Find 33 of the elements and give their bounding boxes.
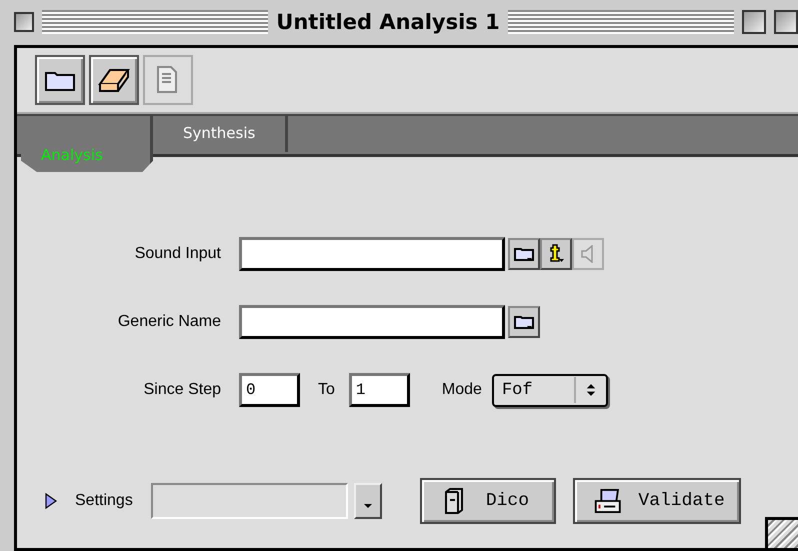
mode-dropdown[interactable]: Fof — [492, 374, 608, 406]
window-title: Untitled Analysis 1 — [276, 10, 500, 34]
speaker-icon — [581, 245, 595, 263]
field-label: Mode — [442, 381, 482, 399]
eraser-icon — [98, 66, 130, 94]
input-field[interactable] — [239, 237, 505, 271]
field-label: Since Step — [142, 381, 221, 399]
field-label: To — [318, 381, 335, 399]
input-field[interactable] — [239, 305, 505, 339]
field-label: Sound Input — [134, 245, 221, 263]
folder-icon — [514, 314, 534, 330]
zoom-box[interactable] — [742, 10, 766, 34]
book-icon — [444, 488, 464, 514]
folder-icon — [514, 246, 534, 262]
input-field[interactable]: 0 — [239, 373, 300, 407]
disclosure-triangle-icon[interactable] — [45, 493, 57, 509]
validate-button[interactable]: Validate — [572, 478, 741, 524]
folder-icon — [45, 69, 75, 91]
folder-button[interactable] — [508, 306, 540, 338]
dico-button[interactable]: Dico — [420, 478, 556, 524]
dropdown-button[interactable] — [354, 483, 382, 519]
folder-button[interactable] — [508, 238, 540, 270]
field-label: Generic Name — [116, 313, 221, 331]
folder-button[interactable] — [35, 55, 85, 105]
collapse-box[interactable] — [774, 10, 798, 34]
printer-icon — [592, 487, 622, 515]
caret-icon — [362, 503, 373, 509]
info-button[interactable] — [540, 238, 572, 270]
input-field[interactable]: 1 — [348, 373, 410, 407]
settings-label: Settings — [75, 492, 133, 510]
eraser-button[interactable] — [89, 55, 139, 105]
resize-grip-icon[interactable] — [765, 517, 798, 548]
close-box[interactable] — [14, 12, 34, 32]
